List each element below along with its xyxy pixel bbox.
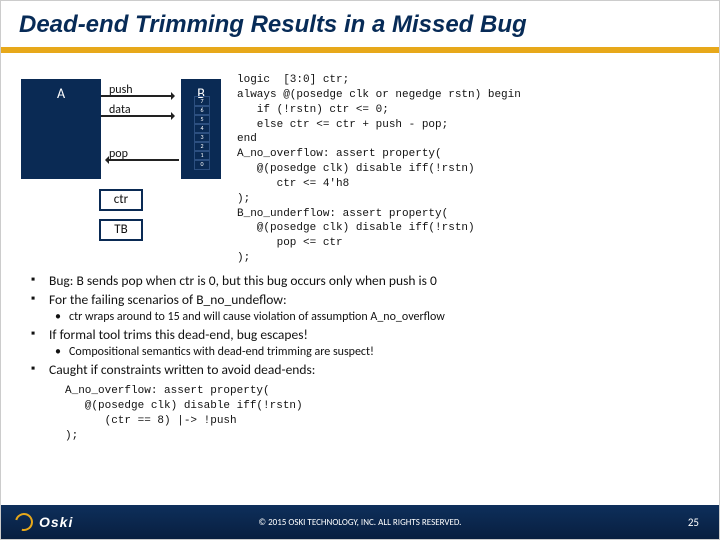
stack-cell: 7 <box>195 97 209 106</box>
upper-row: A B push data pop 7 6 5 4 3 2 1 0 c <box>21 73 699 266</box>
label-data: data <box>109 103 131 117</box>
stack-cell: 2 <box>195 142 209 151</box>
stack-cell: 6 <box>195 106 209 115</box>
block-a: A <box>21 79 101 179</box>
code-main: logic [3:0] ctr; always @(posedge clk or… <box>237 73 699 266</box>
stack-cell: 1 <box>195 151 209 160</box>
title-rule <box>1 47 719 53</box>
bullets: Bug: B sends pop when ctr is 0, but this… <box>21 272 699 378</box>
stack-cell: 0 <box>195 160 209 169</box>
slide: Dead-end Trimming Results in a Missed Bu… <box>0 0 720 540</box>
block-diagram: A B push data pop 7 6 5 4 3 2 1 0 c <box>21 73 231 263</box>
sub-bullet: Compositional semantics with dead-end tr… <box>21 345 699 359</box>
content-area: A B push data pop 7 6 5 4 3 2 1 0 c <box>1 61 719 499</box>
bullet: Bug: B sends pop when ctr is 0, but this… <box>21 272 699 289</box>
slide-title: Dead-end Trimming Results in a Missed Bu… <box>1 1 719 47</box>
ctr-box: ctr <box>99 189 143 211</box>
page-number: 25 <box>688 516 699 529</box>
code-bottom: A_no_overflow: assert property( @(posedg… <box>65 384 699 443</box>
tb-box: TB <box>99 219 143 241</box>
sub-bullet: ctr wraps around to 15 and will cause vi… <box>21 310 699 324</box>
fifo-stack: 7 6 5 4 3 2 1 0 <box>195 97 209 169</box>
label-pop: pop <box>109 147 128 161</box>
stack-cell: 5 <box>195 115 209 124</box>
footer: Oski © 2015 OSKI TECHNOLOGY, INC. ALL RI… <box>1 505 719 539</box>
bullet: For the failing scenarios of B_no_undefl… <box>21 291 699 308</box>
stack-cell: 4 <box>195 124 209 133</box>
stack-cell: 3 <box>195 133 209 142</box>
copyright: © 2015 OSKI TECHNOLOGY, INC. ALL RIGHTS … <box>1 517 719 528</box>
bullet: If formal tool trims this dead-end, bug … <box>21 326 699 343</box>
label-push: push <box>109 83 133 97</box>
bullet: Caught if constraints written to avoid d… <box>21 361 699 378</box>
